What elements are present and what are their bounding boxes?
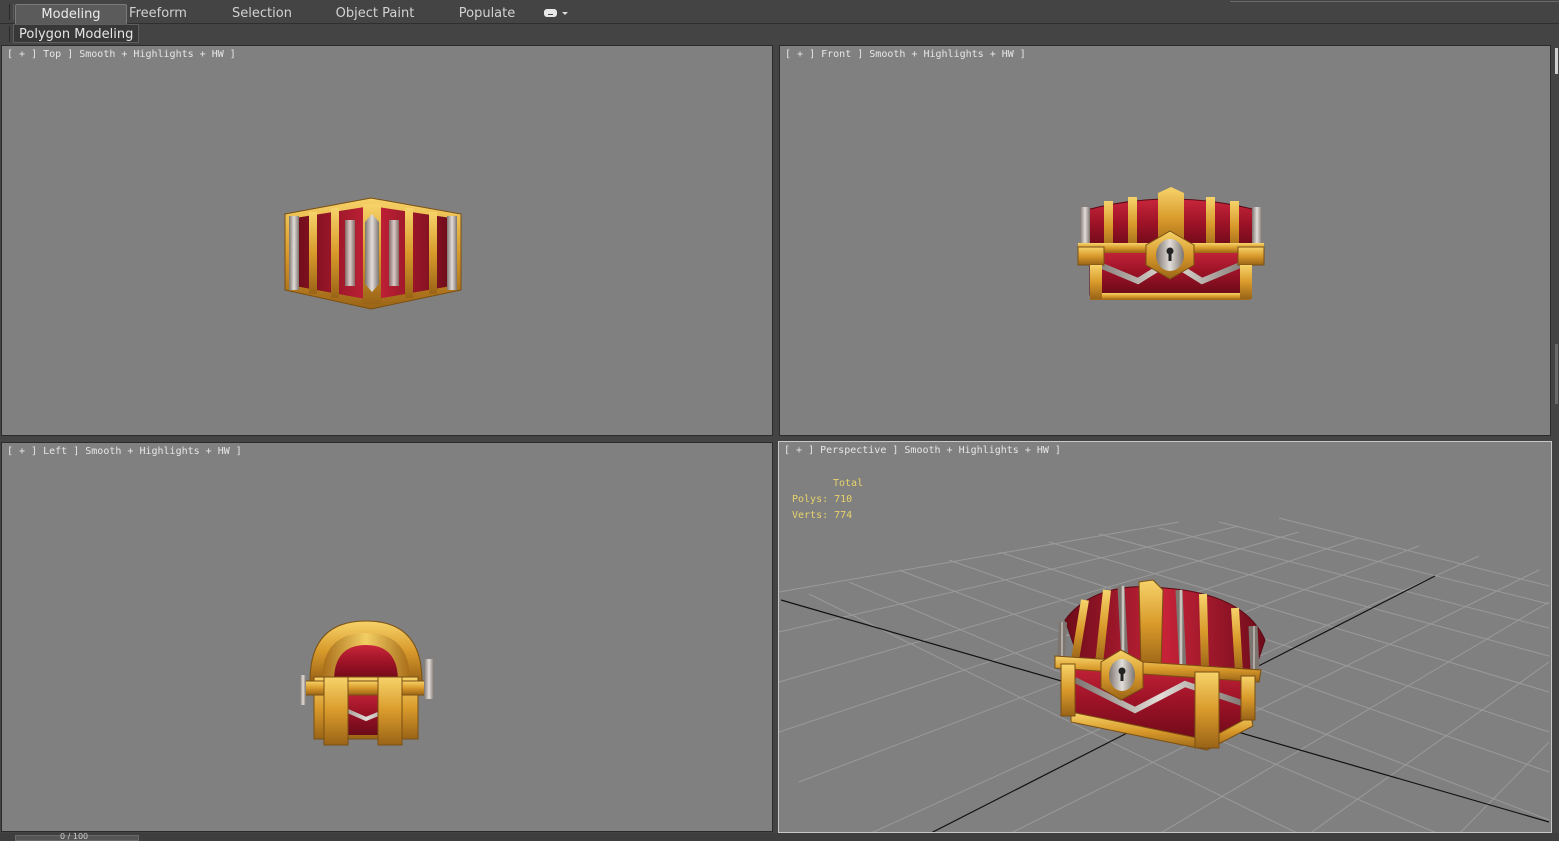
chest-top-view	[284, 197, 462, 310]
scrollbar-track[interactable]	[1555, 344, 1558, 404]
ribbon-options-dropdown[interactable]	[543, 7, 568, 21]
chest-front-view	[1077, 187, 1265, 300]
viewport-top[interactable]: [ + ] Top ] Smooth + Highlights + HW ]	[1, 45, 773, 436]
tab-freeform[interactable]: Freeform	[120, 4, 196, 24]
right-side-strip	[1553, 44, 1559, 841]
tab-populate[interactable]: Populate	[452, 4, 522, 24]
ribbon-panel: Polygon Modeling	[0, 24, 1559, 44]
viewport-front[interactable]: [ + ] Front ] Smooth + Highlights + HW ]	[779, 45, 1551, 436]
tab-modeling[interactable]: Modeling	[15, 4, 127, 24]
viewport-perspective[interactable]: [ + ] Perspective ] Smooth + Highlights …	[778, 441, 1552, 833]
divider	[1230, 1, 1559, 2]
time-slider-frame: 0 / 100	[60, 832, 89, 841]
scrollbar-thumb[interactable]	[1555, 48, 1558, 74]
time-slider-bar	[0, 833, 1559, 841]
tab-object-paint[interactable]: Object Paint	[330, 4, 420, 24]
ribbon-grip-handle[interactable]	[9, 4, 14, 20]
viewport-left[interactable]: [ + ] Left ] Smooth + Highlights + HW ]	[1, 442, 773, 832]
chevron-down-icon	[562, 12, 568, 15]
toggle-icon	[544, 9, 557, 17]
perspective-scene	[779, 517, 1550, 832]
chest-left-view	[300, 620, 434, 746]
polygon-modeling-panel-button[interactable]: Polygon Modeling	[13, 24, 140, 43]
ribbon-tab-bar: Modeling Freeform Selection Object Paint…	[0, 0, 1559, 24]
chest-perspective	[1054, 579, 1266, 751]
tab-selection[interactable]: Selection	[225, 4, 299, 24]
